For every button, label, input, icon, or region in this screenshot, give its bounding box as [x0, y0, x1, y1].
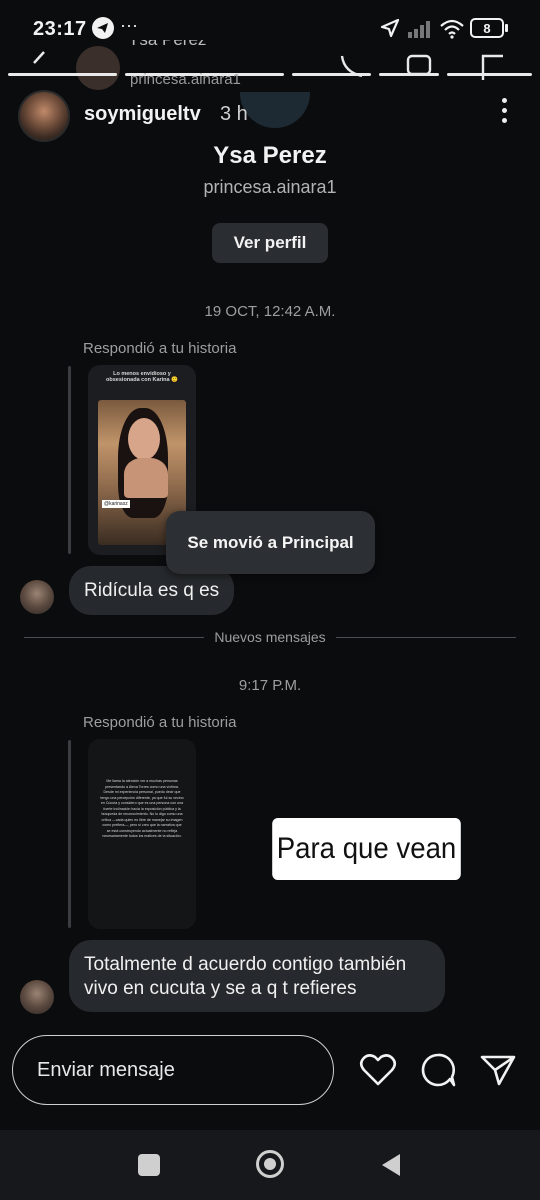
message-bubble[interactable]: Totalmente d acuerdo contigo también viv…: [69, 940, 445, 1012]
battery-level: 8: [483, 20, 491, 36]
story-author-avatar[interactable]: [18, 90, 70, 142]
sticker-icon[interactable]: [419, 1052, 457, 1093]
date-separator: 19 OCT, 12:42 A.M.: [204, 303, 336, 320]
reply-label: Respondió a tu historia: [83, 340, 237, 357]
header-avatar[interactable]: [76, 46, 120, 90]
home-icon[interactable]: [256, 1150, 284, 1178]
more-options-icon[interactable]: [494, 98, 514, 128]
time-separator: 9:17 P.M.: [238, 677, 302, 694]
story-reply-thumbnail[interactable]: Me llama la atención ver a muchas person…: [88, 739, 196, 929]
recents-icon[interactable]: [138, 1154, 160, 1176]
view-profile-button[interactable]: Ver perfil: [212, 223, 328, 263]
flag-icon[interactable]: [478, 52, 508, 87]
header-name[interactable]: Ysa Perez: [128, 40, 206, 50]
story-text: Me llama la atención ver a muchas person…: [100, 779, 184, 838]
send-icon[interactable]: [479, 1052, 517, 1093]
story-tag: @karinasz: [102, 500, 130, 508]
video-icon[interactable]: [405, 50, 439, 85]
reply-bar: [68, 366, 71, 554]
system-nav-bar: [0, 1130, 540, 1200]
profile-name: Ysa Perez: [213, 142, 327, 169]
phone-icon[interactable]: [336, 50, 368, 87]
header-underline: [8, 73, 532, 77]
clock: 23:17: [33, 18, 87, 40]
profile-username: princesa.ainara1: [203, 177, 337, 197]
sender-avatar[interactable]: [20, 580, 54, 614]
message-input[interactable]: Enviar mensaje: [12, 1035, 334, 1105]
more-notifications-icon: ···: [120, 15, 138, 35]
text-sticker: Para que vean: [272, 818, 461, 880]
story-author-name[interactable]: soymigueltv: [84, 103, 201, 126]
back-nav-icon[interactable]: [380, 1152, 402, 1183]
profile-avatar: [240, 92, 310, 128]
header-username: princesa.ainara1: [130, 71, 241, 88]
telegram-icon: [92, 17, 114, 39]
moved-toast: Se movió a Principal: [166, 511, 375, 574]
story-time: 3 h: [220, 103, 248, 125]
reply-label: Respondió a tu historia: [83, 714, 237, 731]
story-caption: Lo menos envidioso y obsesionada con Kar…: [106, 371, 178, 383]
battery-icon: 8: [470, 18, 504, 38]
chat-header: Ysa Perez: [0, 40, 540, 98]
new-messages-label: Nuevos mensajes: [0, 629, 540, 645]
reply-bar: [68, 740, 71, 928]
sender-avatar[interactable]: [20, 980, 54, 1014]
battery-tip: [505, 24, 508, 32]
heart-icon[interactable]: [359, 1052, 397, 1093]
